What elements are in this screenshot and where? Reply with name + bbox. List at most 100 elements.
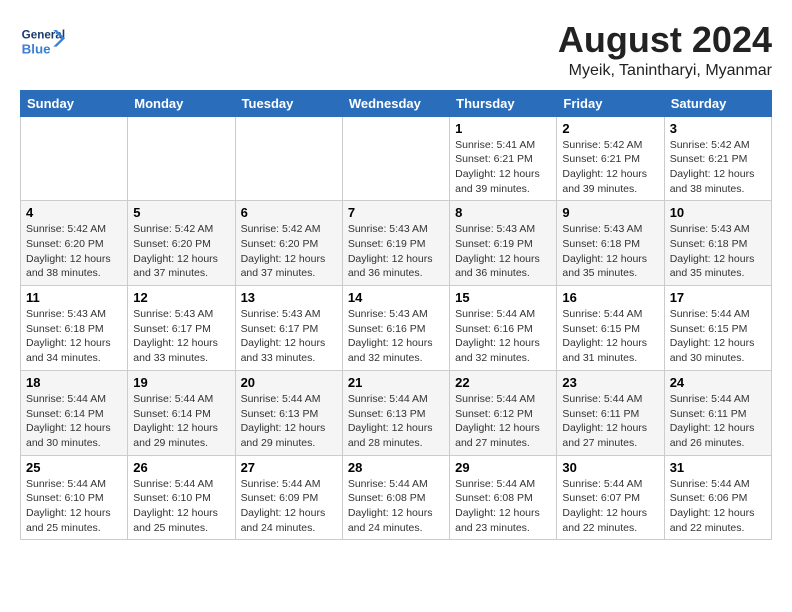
calendar-cell: 28 Sunrise: 5:44 AMSunset: 6:08 PMDayligh… bbox=[342, 455, 449, 540]
calendar-cell: 26Sunrise: 5:44 AMSunset: 6:10 PMDayligh… bbox=[128, 455, 235, 540]
day-info: Sunrise: 5:43 AMSunset: 6:16 PMDaylight:… bbox=[348, 307, 444, 366]
month-year-title: August 2024 bbox=[558, 20, 772, 60]
day-number: 10 bbox=[670, 205, 766, 220]
weekday-header-tuesday: Tuesday bbox=[235, 90, 342, 116]
day-info: Sunrise: 5:44 AMSunset: 6:10 PMDaylight:… bbox=[133, 477, 229, 536]
day-number: 28 bbox=[348, 460, 444, 475]
day-number: 18 bbox=[26, 375, 122, 390]
calendar-week-row: 11 Sunrise: 5:43 AMSunset: 6:18 PMDayligh… bbox=[21, 286, 772, 371]
day-info: Sunrise: 5:42 AMSunset: 6:20 PMDaylight:… bbox=[133, 222, 229, 281]
day-number: 11 bbox=[26, 290, 122, 305]
page-header: General Blue August 2024 Myeik, Tanintha… bbox=[20, 20, 772, 80]
calendar-cell: 18 Sunrise: 5:44 AMSunset: 6:14 PMDayligh… bbox=[21, 370, 128, 455]
logo-icon: General Blue bbox=[20, 20, 70, 60]
calendar-cell: 12Sunrise: 5:43 AMSunset: 6:17 PMDayligh… bbox=[128, 286, 235, 371]
day-info: Sunrise: 5:42 AMSunset: 6:21 PMDaylight:… bbox=[562, 138, 658, 197]
calendar-week-row: 18 Sunrise: 5:44 AMSunset: 6:14 PMDayligh… bbox=[21, 370, 772, 455]
day-info: Sunrise: 5:44 AMSunset: 6:15 PMDaylight:… bbox=[670, 307, 766, 366]
day-number: 14 bbox=[348, 290, 444, 305]
calendar-cell: 29 Sunrise: 5:44 AMSunset: 6:08 PMDayligh… bbox=[450, 455, 557, 540]
day-number: 24 bbox=[670, 375, 766, 390]
day-info: Sunrise: 5:44 AMSunset: 6:08 PMDaylight:… bbox=[455, 477, 551, 536]
calendar-cell: 10 Sunrise: 5:43 AMSunset: 6:18 PMDayligh… bbox=[664, 201, 771, 286]
calendar-cell: 5 Sunrise: 5:42 AMSunset: 6:20 PMDaylight… bbox=[128, 201, 235, 286]
day-info: Sunrise: 5:44 AMSunset: 6:12 PMDaylight:… bbox=[455, 392, 551, 451]
day-info: Sunrise: 5:43 AMSunset: 6:18 PMDaylight:… bbox=[562, 222, 658, 281]
calendar-cell: 17 Sunrise: 5:44 AMSunset: 6:15 PMDayligh… bbox=[664, 286, 771, 371]
day-info: Sunrise: 5:43 AMSunset: 6:17 PMDaylight:… bbox=[241, 307, 337, 366]
day-number: 9 bbox=[562, 205, 658, 220]
day-number: 2 bbox=[562, 121, 658, 136]
day-number: 13 bbox=[241, 290, 337, 305]
calendar-cell: 9 Sunrise: 5:43 AMSunset: 6:18 PMDaylight… bbox=[557, 201, 664, 286]
calendar-cell: 31 Sunrise: 5:44 AMSunset: 6:06 PMDayligh… bbox=[664, 455, 771, 540]
calendar-cell: 24 Sunrise: 5:44 AMSunset: 6:11 PMDayligh… bbox=[664, 370, 771, 455]
day-number: 19 bbox=[133, 375, 229, 390]
day-number: 29 bbox=[455, 460, 551, 475]
day-info: Sunrise: 5:43 AMSunset: 6:19 PMDaylight:… bbox=[348, 222, 444, 281]
calendar-cell: 25 Sunrise: 5:44 AMSunset: 6:10 PMDayligh… bbox=[21, 455, 128, 540]
day-info: Sunrise: 5:44 AMSunset: 6:09 PMDaylight:… bbox=[241, 477, 337, 536]
day-number: 7 bbox=[348, 205, 444, 220]
calendar-cell: 19 Sunrise: 5:44 AMSunset: 6:14 PMDayligh… bbox=[128, 370, 235, 455]
calendar-cell: 6Sunrise: 5:42 AMSunset: 6:20 PMDaylight… bbox=[235, 201, 342, 286]
day-info: Sunrise: 5:44 AMSunset: 6:14 PMDaylight:… bbox=[26, 392, 122, 451]
day-info: Sunrise: 5:41 AMSunset: 6:21 PMDaylight:… bbox=[455, 138, 551, 197]
day-number: 5 bbox=[133, 205, 229, 220]
day-info: Sunrise: 5:44 AMSunset: 6:08 PMDaylight:… bbox=[348, 477, 444, 536]
calendar-cell: 8Sunrise: 5:43 AMSunset: 6:19 PMDaylight… bbox=[450, 201, 557, 286]
calendar-table: SundayMondayTuesdayWednesdayThursdayFrid… bbox=[20, 90, 772, 541]
calendar-cell bbox=[235, 116, 342, 201]
weekday-header-thursday: Thursday bbox=[450, 90, 557, 116]
day-number: 6 bbox=[241, 205, 337, 220]
title-block: August 2024 Myeik, Tanintharyi, Myanmar bbox=[558, 20, 772, 80]
calendar-cell: 7 Sunrise: 5:43 AMSunset: 6:19 PMDaylight… bbox=[342, 201, 449, 286]
calendar-cell: 20Sunrise: 5:44 AMSunset: 6:13 PMDayligh… bbox=[235, 370, 342, 455]
day-number: 25 bbox=[26, 460, 122, 475]
day-number: 3 bbox=[670, 121, 766, 136]
svg-text:Blue: Blue bbox=[22, 41, 51, 56]
day-info: Sunrise: 5:44 AMSunset: 6:06 PMDaylight:… bbox=[670, 477, 766, 536]
calendar-cell: 23 Sunrise: 5:44 AMSunset: 6:11 PMDayligh… bbox=[557, 370, 664, 455]
weekday-header-sunday: Sunday bbox=[21, 90, 128, 116]
calendar-cell: 2 Sunrise: 5:42 AMSunset: 6:21 PMDaylight… bbox=[557, 116, 664, 201]
weekday-header-wednesday: Wednesday bbox=[342, 90, 449, 116]
calendar-cell bbox=[128, 116, 235, 201]
calendar-cell: 1 Sunrise: 5:41 AMSunset: 6:21 PMDaylight… bbox=[450, 116, 557, 201]
day-info: Sunrise: 5:44 AMSunset: 6:14 PMDaylight:… bbox=[133, 392, 229, 451]
weekday-header-monday: Monday bbox=[128, 90, 235, 116]
day-info: Sunrise: 5:43 AMSunset: 6:18 PMDaylight:… bbox=[670, 222, 766, 281]
day-number: 30 bbox=[562, 460, 658, 475]
calendar-cell: 11 Sunrise: 5:43 AMSunset: 6:18 PMDayligh… bbox=[21, 286, 128, 371]
calendar-week-row: 4Sunrise: 5:42 AMSunset: 6:20 PMDaylight… bbox=[21, 201, 772, 286]
calendar-cell: 15Sunrise: 5:44 AMSunset: 6:16 PMDayligh… bbox=[450, 286, 557, 371]
day-number: 23 bbox=[562, 375, 658, 390]
day-number: 1 bbox=[455, 121, 551, 136]
weekday-header-friday: Friday bbox=[557, 90, 664, 116]
day-info: Sunrise: 5:44 AMSunset: 6:13 PMDaylight:… bbox=[241, 392, 337, 451]
day-info: Sunrise: 5:42 AMSunset: 6:20 PMDaylight:… bbox=[26, 222, 122, 281]
calendar-week-row: 1 Sunrise: 5:41 AMSunset: 6:21 PMDaylight… bbox=[21, 116, 772, 201]
day-info: Sunrise: 5:44 AMSunset: 6:11 PMDaylight:… bbox=[562, 392, 658, 451]
weekday-header-row: SundayMondayTuesdayWednesdayThursdayFrid… bbox=[21, 90, 772, 116]
day-number: 17 bbox=[670, 290, 766, 305]
day-number: 16 bbox=[562, 290, 658, 305]
calendar-cell: 22 Sunrise: 5:44 AMSunset: 6:12 PMDayligh… bbox=[450, 370, 557, 455]
day-info: Sunrise: 5:44 AMSunset: 6:13 PMDaylight:… bbox=[348, 392, 444, 451]
day-number: 31 bbox=[670, 460, 766, 475]
day-info: Sunrise: 5:43 AMSunset: 6:18 PMDaylight:… bbox=[26, 307, 122, 366]
calendar-cell: 30Sunrise: 5:44 AMSunset: 6:07 PMDayligh… bbox=[557, 455, 664, 540]
calendar-cell: 21 Sunrise: 5:44 AMSunset: 6:13 PMDayligh… bbox=[342, 370, 449, 455]
day-number: 27 bbox=[241, 460, 337, 475]
day-info: Sunrise: 5:44 AMSunset: 6:11 PMDaylight:… bbox=[670, 392, 766, 451]
day-info: Sunrise: 5:44 AMSunset: 6:10 PMDaylight:… bbox=[26, 477, 122, 536]
calendar-cell: 14 Sunrise: 5:43 AMSunset: 6:16 PMDayligh… bbox=[342, 286, 449, 371]
day-info: Sunrise: 5:44 AMSunset: 6:16 PMDaylight:… bbox=[455, 307, 551, 366]
calendar-cell bbox=[342, 116, 449, 201]
calendar-cell: 13 Sunrise: 5:43 AMSunset: 6:17 PMDayligh… bbox=[235, 286, 342, 371]
calendar-cell: 3Sunrise: 5:42 AMSunset: 6:21 PMDaylight… bbox=[664, 116, 771, 201]
day-number: 22 bbox=[455, 375, 551, 390]
calendar-cell: 4Sunrise: 5:42 AMSunset: 6:20 PMDaylight… bbox=[21, 201, 128, 286]
day-number: 21 bbox=[348, 375, 444, 390]
weekday-header-saturday: Saturday bbox=[664, 90, 771, 116]
